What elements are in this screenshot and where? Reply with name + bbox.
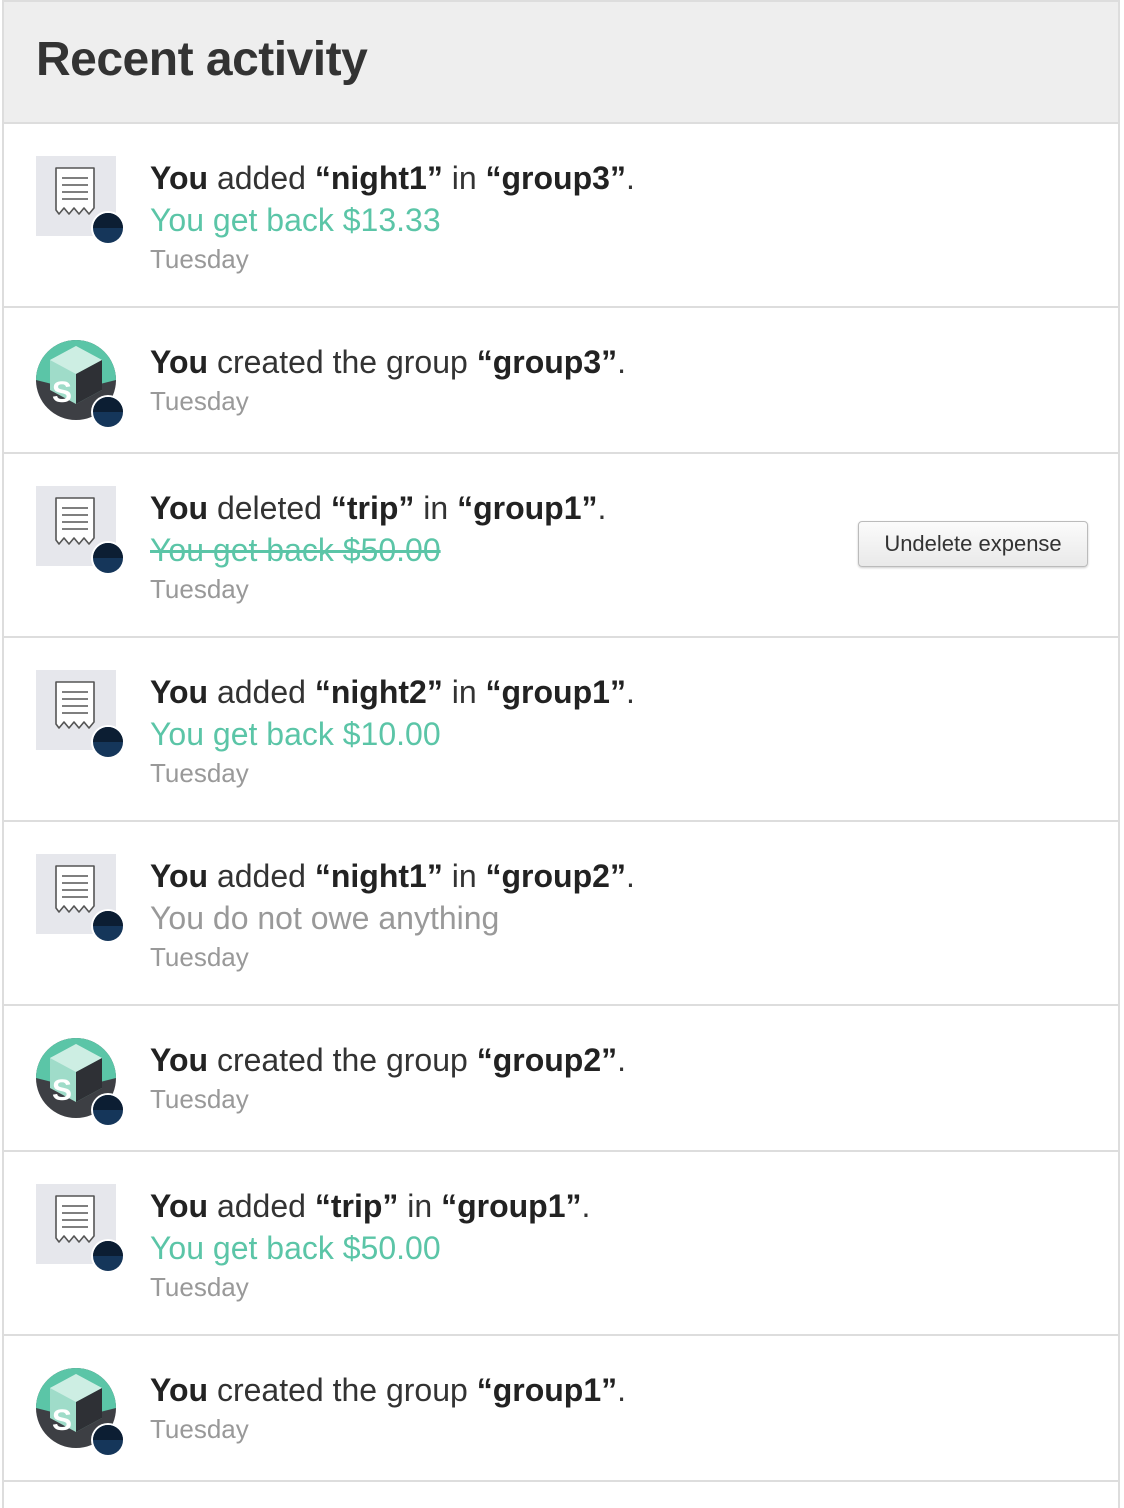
activity-date: Tuesday (150, 942, 249, 972)
page-title: Recent activity (36, 33, 368, 86)
activity-date: Tuesday (150, 244, 249, 274)
activity-description: You added “night2” in “group1”. (150, 674, 635, 710)
undelete-expense-button[interactable]: Undelete expense (858, 521, 1088, 567)
activity-amount: You get back $50.00 (150, 1230, 441, 1266)
activity-date: Tuesday (150, 1084, 249, 1114)
activity-date: Tuesday (150, 758, 249, 788)
activity-description: You created the group “group1”. (150, 1372, 627, 1408)
receipt-icon (36, 486, 128, 578)
activity-amount: You get back $10.00 (150, 716, 441, 752)
activity-description: You created the group “group3”. (150, 344, 627, 380)
receipt-icon (36, 670, 128, 762)
activity-description: You added “night1” in “group2”. (150, 858, 635, 894)
activity-date: Tuesday (150, 1272, 249, 1302)
activity-row[interactable]: You deleted “trip” in “group1”. You get … (4, 454, 1118, 638)
activity-row[interactable]: You added “night1” in “group2”. You do n… (4, 822, 1118, 1006)
activity-description: You created the group “group2”. (150, 1042, 627, 1078)
receipt-icon (36, 1184, 128, 1276)
activity-amount: You get back $50.00 (150, 532, 441, 568)
recent-activity-panel: Recent activity You added “night1” in “g… (2, 0, 1120, 1508)
panel-header: Recent activity (4, 2, 1118, 124)
activity-date: Tuesday (150, 574, 249, 604)
activity-row[interactable]: You added “night2” in “group1”. You get … (4, 638, 1118, 822)
activity-row[interactable]: You added “trip” in “group1”. You get ba… (4, 1152, 1118, 1336)
activity-description: You deleted “trip” in “group1”. (150, 490, 607, 526)
activity-description: You added “trip” in “group1”. (150, 1188, 591, 1224)
group-avatar-icon (36, 1368, 128, 1460)
activity-amount: You do not owe anything (150, 900, 500, 936)
activity-date: Tuesday (150, 386, 249, 416)
group-avatar-icon (36, 340, 128, 432)
activity-date: Tuesday (150, 1414, 249, 1444)
activity-row[interactable]: You created the group “group2”. Tuesday (4, 1006, 1118, 1152)
activity-row[interactable]: You created the group “group3”. Tuesday (4, 308, 1118, 454)
activity-row[interactable]: You created the group “group1”. Tuesday (4, 1336, 1118, 1482)
receipt-icon (36, 854, 128, 946)
activity-amount: You get back $13.33 (150, 202, 441, 238)
receipt-icon (36, 156, 128, 248)
activity-row[interactable]: You added “night1” in “group3”. You get … (4, 124, 1118, 308)
group-avatar-icon (36, 1038, 128, 1130)
activity-description: You added “night1” in “group3”. (150, 160, 635, 196)
